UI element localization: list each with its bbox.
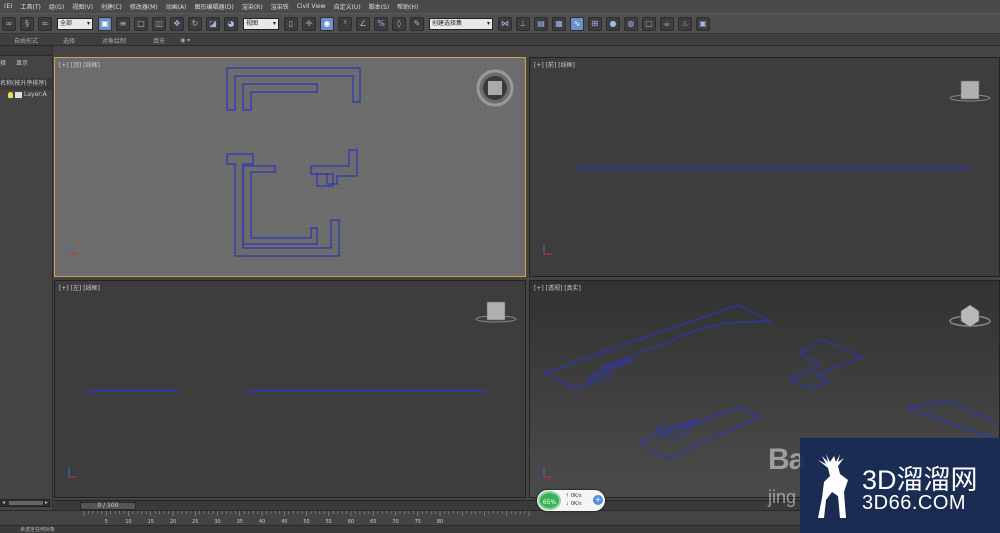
render-iterative-icon[interactable]: ♨ xyxy=(678,16,692,31)
layer-icon xyxy=(15,92,22,98)
unlink-icon[interactable]: § xyxy=(20,16,34,31)
ribbon-toggle-icon[interactable]: ▦ xyxy=(552,16,566,31)
align-icon[interactable]: ⊥ xyxy=(516,16,530,31)
keyboard-shortcut-icon[interactable]: ◉ xyxy=(320,16,334,31)
menu-graph-editors[interactable]: 图形编辑器(D) xyxy=(191,2,238,11)
viewport-front[interactable]: [+] [前] [线框] xyxy=(529,57,1000,277)
menu-bar: (E) 工具(T) 组(G) 视图(V) 创建(C) 修改器(M) 动画(A) … xyxy=(0,0,1000,13)
scene-explorer-column-header[interactable]: 名称(按升序排序) xyxy=(0,78,52,90)
scale-icon[interactable]: ◪ xyxy=(206,16,220,31)
scroll-right-icon[interactable]: ▸ xyxy=(45,499,48,506)
menu-views[interactable]: 视图(V) xyxy=(68,2,97,11)
scene-explorer-scrollbar[interactable]: ◂ ▸ xyxy=(0,499,50,507)
bind-spacewarp-icon[interactable]: ≈ xyxy=(38,16,52,31)
move-pivot-icon[interactable]: ✛ xyxy=(302,16,316,31)
menu-render-iron[interactable]: 渲染铁 xyxy=(267,2,293,11)
menu-group[interactable]: 组(G) xyxy=(45,2,68,11)
light-bulb-icon[interactable] xyxy=(8,92,13,98)
rotate-icon[interactable]: ↻ xyxy=(188,16,202,31)
left-viewport-graphics xyxy=(68,301,517,478)
viewport-left[interactable]: [+] [左] [线框] xyxy=(54,280,526,498)
ribbon-tab-selection[interactable]: 选择 xyxy=(63,36,75,45)
ribbon-tab-object-paint[interactable]: 对象绘制 xyxy=(102,36,126,45)
network-percent: 65% xyxy=(538,491,561,510)
render-active-icon[interactable]: ▣ xyxy=(696,16,710,31)
pivot-icon[interactable]: ▯ xyxy=(284,16,298,31)
network-download: ↓ 0K/s xyxy=(565,501,582,507)
percent-snap-icon[interactable]: % xyxy=(374,16,388,31)
scroll-thumb[interactable] xyxy=(9,501,43,505)
menu-customize[interactable]: 自定义(U) xyxy=(330,2,365,11)
menu-tools[interactable]: 工具(T) xyxy=(16,2,44,11)
network-speed-widget[interactable]: 65% ↑ 0K/s ↓ 0K/s + xyxy=(537,490,605,511)
ribbon-tab-freeform[interactable]: 自由形式 xyxy=(14,36,38,45)
menu-civil-view[interactable]: Civil View xyxy=(293,3,330,10)
scene-explorer-tab-display[interactable]: 显示 xyxy=(16,58,28,67)
render-setup-icon[interactable]: ◍ xyxy=(624,16,638,31)
viewport-label-front[interactable]: [+] [前] [线框] xyxy=(534,60,575,69)
link-icon[interactable]: ∞ xyxy=(2,16,16,31)
viewport-label-left[interactable]: [+] [左] [线框] xyxy=(59,283,100,292)
deer-logo-icon xyxy=(818,454,848,518)
placement-icon[interactable]: ◕ xyxy=(224,16,238,31)
selection-filter-dropdown[interactable]: 全部 xyxy=(57,17,93,30)
viewport-label-perspective[interactable]: [+] [透视] [真实] xyxy=(534,283,581,292)
snap-3d-icon[interactable]: ³ xyxy=(338,16,352,31)
top-viewport-graphics xyxy=(55,58,525,276)
main-toolbar: ∞ § ≈ 全部 ▣ ≡ □ ◫ ✥ ↻ ◪ ◕ 视图 ▯ ✛ ◉ ³ ∠ % … xyxy=(0,13,1000,34)
scene-explorer: 择 显示 名称(按升序排序) Layer:A ◂ ▸ xyxy=(0,46,53,511)
material-editor-icon[interactable]: ● xyxy=(606,16,620,31)
menu-edit[interactable]: (E) xyxy=(0,3,16,10)
menu-modifiers[interactable]: 修改器(M) xyxy=(126,2,162,11)
menu-help[interactable]: 帮助(H) xyxy=(393,2,422,11)
rect-region-icon[interactable]: □ xyxy=(134,16,148,31)
scroll-left-icon[interactable]: ◂ xyxy=(2,499,5,506)
scene-explorer-tab-select[interactable]: 择 xyxy=(0,58,6,67)
window-crossing-icon[interactable]: ◫ xyxy=(152,16,166,31)
layer-manager-icon[interactable]: ▤ xyxy=(534,16,548,31)
menu-scripting[interactable]: 脚本(S) xyxy=(365,2,394,11)
layer-row[interactable]: Layer:A xyxy=(0,90,52,100)
status-prompt: 未选定任何对象 xyxy=(20,527,56,533)
menu-create[interactable]: 创建(C) xyxy=(97,2,126,11)
ribbon: 自由形式 选择 对象绘制 填充 ◉ ▾ xyxy=(0,35,1000,46)
menu-rendering[interactable]: 渲染(R) xyxy=(238,2,267,11)
network-plus-icon[interactable]: + xyxy=(593,495,603,505)
network-upload: ↑ 0K/s xyxy=(565,493,582,499)
named-selection-dropdown[interactable]: 创建选择集 xyxy=(429,17,493,30)
angle-snap-icon[interactable]: ∠ xyxy=(356,16,370,31)
select-object-icon[interactable]: ▣ xyxy=(98,16,112,31)
viewport-label-top[interactable]: [+] [顶] [线框] xyxy=(59,60,100,69)
spinner-snap-icon[interactable]: ◊ xyxy=(392,16,406,31)
front-viewport-graphics xyxy=(543,80,991,255)
scene-explorer-toolbar xyxy=(0,46,52,56)
baidu-watermark: Ba xyxy=(768,443,805,476)
select-by-name-icon[interactable]: ≡ xyxy=(116,16,130,31)
move-icon[interactable]: ✥ xyxy=(170,16,184,31)
viewport-top[interactable]: [+] [顶] [线框] xyxy=(54,57,526,277)
ribbon-options-icon[interactable]: ◉ ▾ xyxy=(180,37,190,44)
reference-coord-dropdown[interactable]: 视图 xyxy=(243,17,279,30)
schematic-view-icon[interactable]: ⊞ xyxy=(588,16,602,31)
menu-animation[interactable]: 动画(A) xyxy=(162,2,191,11)
baidu-jingyan-watermark: jing xyxy=(768,487,797,507)
brand-watermark: 3D溜溜网 3D66.COM xyxy=(800,438,1000,533)
render-frame-icon[interactable]: ▢ xyxy=(642,16,656,31)
mirror-icon[interactable]: ⋈ xyxy=(498,16,512,31)
curve-editor-icon[interactable]: ∿ xyxy=(570,16,584,31)
max-window: (E) 工具(T) 组(G) 视图(V) 创建(C) 修改器(M) 动画(A) … xyxy=(0,0,1000,533)
render-production-icon[interactable]: ☕ xyxy=(660,16,674,31)
ribbon-tab-populate[interactable]: 填充 xyxy=(153,36,165,45)
layer-name: Layer:A xyxy=(24,91,47,98)
brand-url: 3D66.COM xyxy=(862,492,967,514)
time-slider-thumb[interactable]: 0 / 100 xyxy=(80,502,136,510)
edit-named-sel-icon[interactable]: ✎ xyxy=(410,16,424,31)
